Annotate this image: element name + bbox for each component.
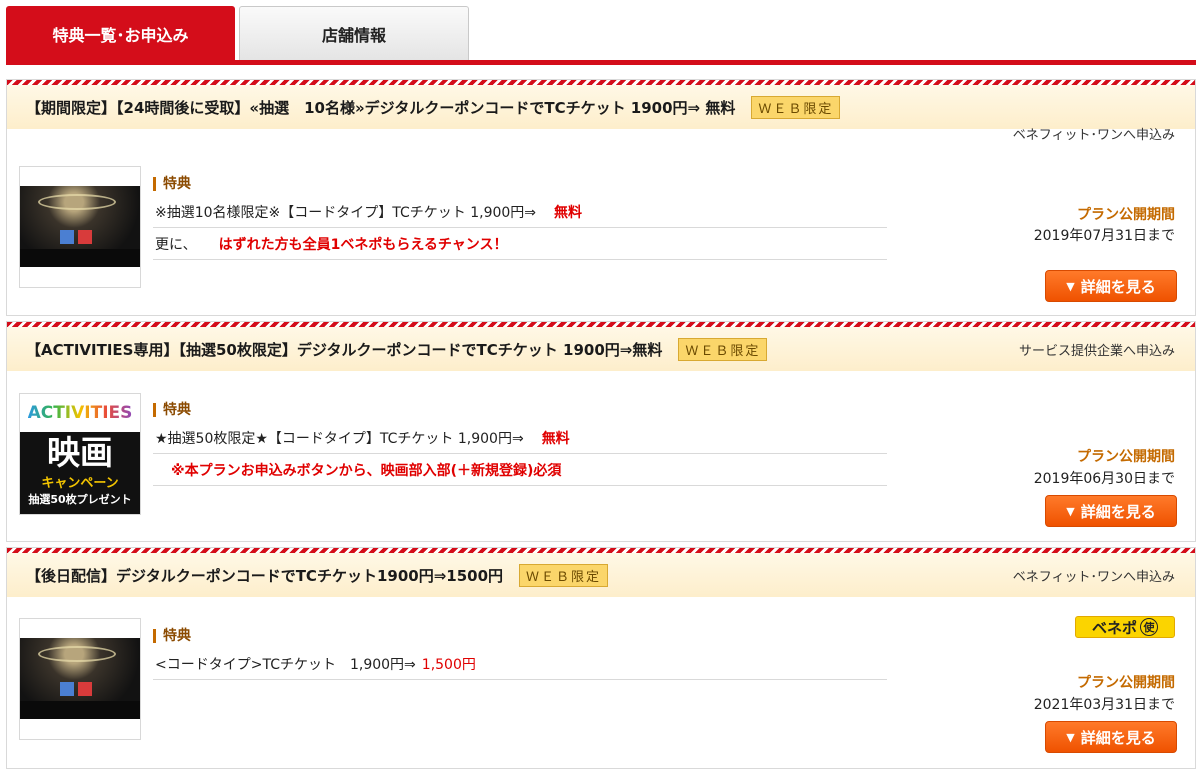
card-header: 【ACTIVITIES専用】【抽選50枚限定】デジタルクーポンコードでTCチケッ… [7, 327, 1195, 371]
use-mark-icon: 使 [1140, 618, 1158, 636]
tab-bar: 特典一覧･お申込み 店舗情報 [6, 6, 469, 61]
period-date: 2019年07月31日まで [1033, 228, 1175, 244]
plan-card-1: 【期間限定】【24時間後に受取】«抽選 10名様»デジタルクーポンコードでTCチ… [6, 79, 1196, 316]
triangle-down-icon: ▼ [1066, 504, 1075, 518]
web-only-badge: ＷＥＢ限定 [519, 563, 609, 587]
benefit-row: ※抽選10名様限定※【コードタイプ】TCチケット 1,900円⇒ 無料 [153, 196, 887, 228]
movie-theater-image [20, 186, 140, 267]
plan-card-3: 【後日配信】デジタルクーポンコードでTCチケット1900円⇒1500円 ＷＥＢ限… [6, 547, 1196, 769]
benefit-row: <コードタイプ>TCチケット 1,900円⇒ 1,500円 [153, 648, 887, 680]
web-only-badge: ＷＥＢ限定 [678, 337, 768, 361]
card-header: 【期間限定】【24時間後に受取】«抽選 10名様»デジタルクーポンコードでTCチ… [7, 85, 1195, 129]
apply-link[interactable]: ベネフィット･ワンへ申込み [1013, 124, 1175, 143]
triangle-down-icon: ▼ [1066, 279, 1075, 293]
detail-button[interactable]: ▼ 詳細を見る [1045, 495, 1177, 527]
plan-thumbnail [19, 166, 141, 288]
period-label: プラン公開期間 [1077, 675, 1175, 691]
card-header: 【後日配信】デジタルクーポンコードでTCチケット1900円⇒1500円 ＷＥＢ限… [7, 553, 1195, 597]
plan-title: 【後日配信】デジタルクーポンコードでTCチケット1900円⇒1500円 [26, 566, 504, 585]
activities-campaign-image: ACTIVITIES 映画 キャンペーン 抽選50枚プレゼント [20, 394, 140, 514]
plan-thumbnail [19, 618, 141, 740]
tab-store-info[interactable]: 店舗情報 [239, 6, 469, 61]
tab-benefits-list[interactable]: 特典一覧･お申込み [6, 6, 235, 61]
beneporu-badge: ベネポ 使 [1075, 616, 1175, 638]
plan-thumbnail: ACTIVITIES 映画 キャンペーン 抽選50枚プレゼント [19, 393, 141, 515]
benefit-label: 特典 [153, 177, 191, 191]
detail-button[interactable]: ▼ 詳細を見る [1045, 270, 1177, 302]
period-label: プラン公開期間 [1077, 207, 1175, 223]
triangle-down-icon: ▼ [1066, 730, 1075, 744]
plan-title: 【期間限定】【24時間後に受取】«抽選 10名様»デジタルクーポンコードでTCチ… [26, 98, 736, 117]
detail-button[interactable]: ▼ 詳細を見る [1045, 721, 1177, 753]
apply-link[interactable]: サービス提供企業へ申込み [1019, 340, 1175, 359]
benefit-row: ※本プランお申込みボタンから、映画部入部(＋新規登録)必須 [153, 454, 887, 486]
apply-link[interactable]: ベネフィット･ワンへ申込み [1013, 566, 1175, 585]
plan-title: 【ACTIVITIES専用】【抽選50枚限定】デジタルクーポンコードでTCチケッ… [26, 340, 663, 359]
movie-theater-image [20, 638, 140, 719]
web-only-badge: ＷＥＢ限定 [751, 95, 841, 119]
benefit-label: 特典 [153, 403, 191, 417]
tab-underline [6, 60, 1196, 65]
period-date: 2019年06月30日まで [1033, 471, 1175, 487]
benefit-row: 更に、 はずれた方も全員1ベネポもらえるチャンス！ [153, 228, 887, 260]
period-label: プラン公開期間 [1077, 449, 1175, 465]
plan-card-2: 【ACTIVITIES専用】【抽選50枚限定】デジタルクーポンコードでTCチケッ… [6, 321, 1196, 542]
period-date: 2021年03月31日まで [1033, 697, 1175, 713]
benefit-label: 特典 [153, 629, 191, 643]
benefit-row: ★抽選50枚限定★【コードタイプ】TCチケット 1,900円⇒ 無料 [153, 422, 887, 454]
